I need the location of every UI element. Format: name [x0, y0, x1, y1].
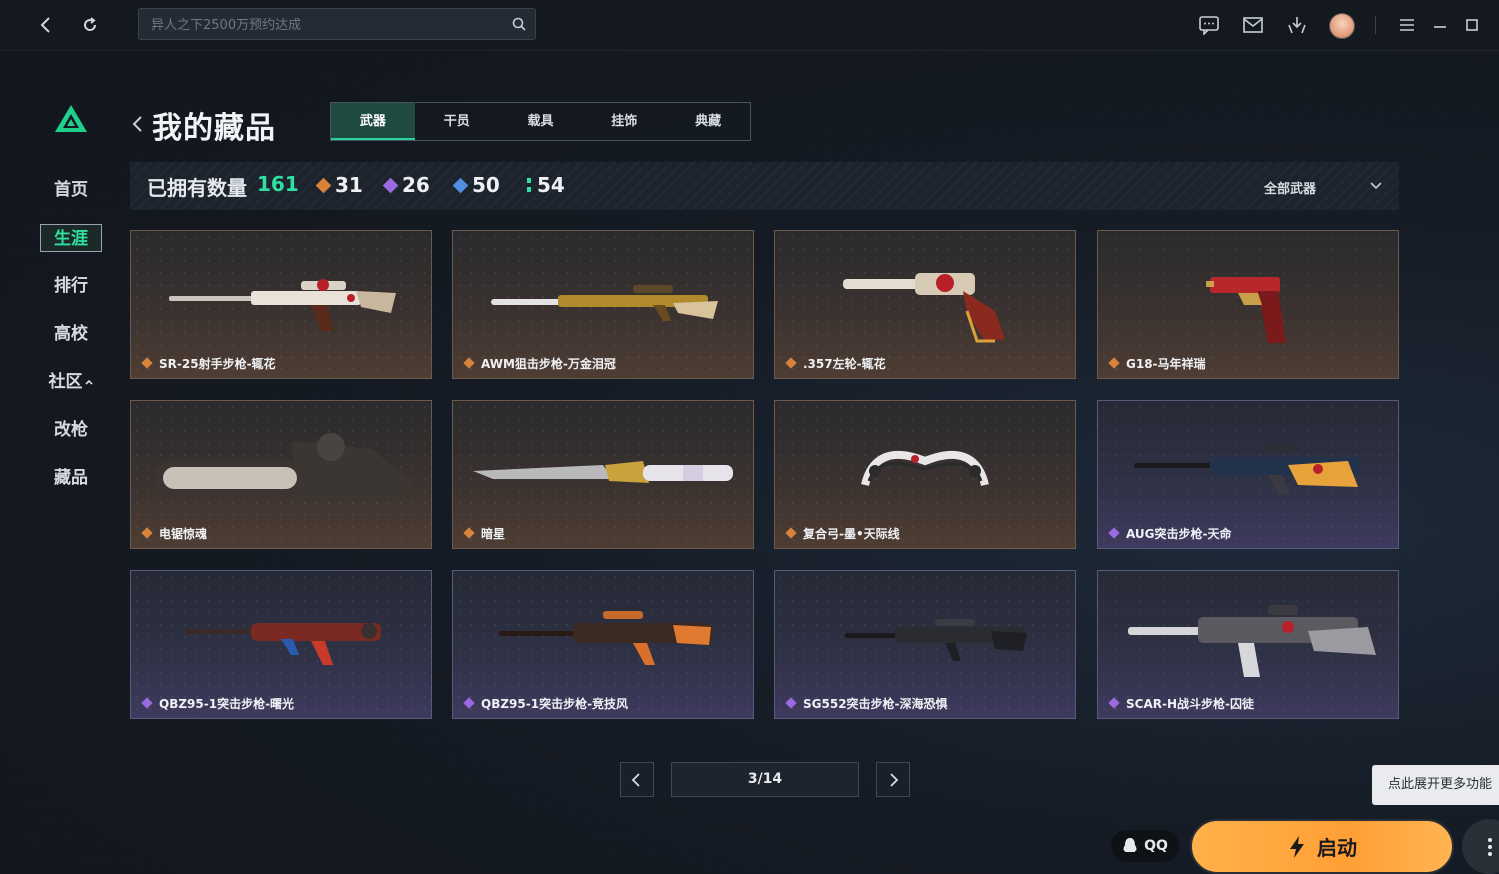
collection-card[interactable]: G18-马年祥瑞: [1097, 230, 1399, 379]
collection-card[interactable]: SCAR-H战斗步枪-囚徒: [1097, 570, 1399, 719]
qq-button[interactable]: QQ: [1111, 830, 1179, 862]
next-page-button[interactable]: [876, 762, 910, 797]
sidebar-item-gunsmith[interactable]: 改枪: [40, 416, 102, 444]
item-name: 暗星: [481, 527, 506, 541]
prev-page-button[interactable]: [620, 762, 654, 797]
sidebar-item-community-label: 社区: [48, 372, 83, 392]
item-name: 电锯惊魂: [159, 527, 208, 541]
more-options-button[interactable]: [1462, 819, 1499, 874]
sidebar-item-campus[interactable]: 高校: [40, 320, 102, 348]
chevron-left-icon: [631, 772, 640, 787]
purple-rarity-icon: [382, 177, 399, 193]
item-name: SCAR-H战斗步枪-囚徒: [1126, 697, 1254, 711]
tab-charms[interactable]: 挂饰: [582, 103, 666, 140]
assault-rifle-image: [185, 623, 381, 665]
collection-card[interactable]: SR-25射手步枪-辄花: [130, 230, 432, 379]
item-name: 复合弓-墨•天际线: [803, 527, 900, 541]
assault-rifle-image: [499, 611, 713, 665]
avatar[interactable]: [1329, 13, 1355, 39]
download-icon[interactable]: [1285, 13, 1309, 37]
battle-rifle-image: [1128, 605, 1376, 677]
maximize-icon[interactable]: [1460, 13, 1484, 37]
chevron-down-icon[interactable]: [1368, 178, 1384, 194]
launch-label: 启动: [1317, 836, 1357, 860]
sniper-rifle-image: [491, 285, 718, 321]
page-indicator: 3/14: [671, 762, 859, 797]
tab-operators[interactable]: 干员: [415, 103, 499, 140]
stat-blue: 50: [452, 173, 500, 197]
stat-orange-value: 31: [335, 173, 363, 197]
collection-card[interactable]: QBZ95-1突击步枪-竞技风: [452, 570, 754, 719]
chat-icon[interactable]: [1197, 13, 1221, 37]
more-functions-tooltip: 点此展开更多功能: [1372, 765, 1499, 805]
item-name: QBZ95-1突击步枪-曙光: [159, 697, 295, 711]
search-icon[interactable]: [511, 16, 527, 32]
mail-icon[interactable]: [1241, 13, 1265, 37]
tab-collector[interactable]: 典藏: [666, 103, 750, 140]
collection-card[interactable]: SG552突击步枪-深海恐惧: [774, 570, 1076, 719]
stat-green-value: 54: [537, 173, 565, 197]
orange-rarity-icon: [315, 177, 332, 193]
blue-rarity-icon: [452, 177, 469, 193]
title-back-icon[interactable]: [128, 112, 146, 136]
search-input[interactable]: [149, 9, 503, 41]
assault-rifle-image: [845, 619, 1027, 661]
revolver-image: [843, 273, 1005, 343]
item-name: SG552突击步枪-深海恐惧: [803, 697, 948, 711]
page-title: 我的藏品: [152, 111, 276, 146]
chevron-right-icon: [890, 772, 899, 787]
stat-blue-value: 50: [472, 173, 500, 197]
owned-label: 已拥有数量: [147, 176, 247, 200]
sniper-rifle-image: [169, 279, 396, 331]
chainsaw-image: [155, 433, 413, 501]
category-tabs: 武器 干员 载具 挂饰 典藏: [330, 102, 751, 141]
back-icon[interactable]: [34, 13, 58, 37]
collection-card[interactable]: 复合弓-墨•天际线: [774, 400, 1076, 549]
stats-bar: 已拥有数量 161 31 26 50 54 全部武器: [130, 162, 1399, 210]
sidebar-item-home[interactable]: 首页: [40, 176, 102, 204]
knife-image: [473, 461, 733, 483]
collection-card[interactable]: 电锯惊魂: [130, 400, 432, 549]
stat-purple: 26: [382, 173, 430, 197]
chevron-up-icon: [84, 379, 93, 385]
compound-bow-image: [861, 451, 989, 487]
item-name: SR-25射手步枪-辄花: [159, 357, 276, 371]
qq-label: QQ: [1144, 838, 1168, 854]
stat-orange: 31: [315, 173, 363, 197]
search-box[interactable]: [138, 8, 536, 41]
more-vertical-icon: [1487, 837, 1492, 856]
sidebar-item-career[interactable]: 生涯: [40, 224, 102, 252]
launch-button[interactable]: 启动: [1190, 819, 1454, 874]
assault-rifle-image: [1134, 443, 1360, 495]
sidebar-item-community[interactable]: 社区: [40, 368, 102, 396]
item-name: .357左轮-辄花: [803, 357, 886, 371]
divider: [1375, 16, 1376, 34]
owned-count: 161: [257, 172, 299, 196]
item-name: QBZ95-1突击步枪-竞技风: [481, 697, 629, 711]
collection-card[interactable]: AWM狙击步枪-万金泪冠: [452, 230, 754, 379]
collection-card[interactable]: QBZ95-1突击步枪-曙光: [130, 570, 432, 719]
refresh-icon[interactable]: [78, 13, 102, 37]
menu-icon[interactable]: [1395, 13, 1419, 37]
top-bar: [0, 0, 1499, 51]
collection-card[interactable]: .357左轮-辄花: [774, 230, 1076, 379]
stat-purple-value: 26: [402, 173, 430, 197]
item-name: G18-马年祥瑞: [1126, 357, 1206, 371]
sidebar-item-collection[interactable]: 藏品: [40, 464, 102, 492]
collection-card[interactable]: 暗星: [452, 400, 754, 549]
stat-green: 54: [527, 173, 565, 197]
tab-weapons[interactable]: 武器: [331, 103, 415, 140]
minimize-icon[interactable]: [1428, 13, 1452, 37]
item-name: AWM狙击步枪-万金泪冠: [481, 357, 616, 371]
item-name: AUG突击步枪-天命: [1126, 527, 1232, 541]
qq-penguin-icon: [1123, 838, 1137, 852]
collection-card[interactable]: AUG突击步枪-天命: [1097, 400, 1399, 549]
lightning-icon: [1290, 835, 1304, 858]
tab-vehicles[interactable]: 载具: [499, 103, 583, 140]
weapon-filter-select[interactable]: 全部武器: [1264, 178, 1316, 197]
sidebar-item-ranking[interactable]: 排行: [40, 272, 102, 300]
green-rarity-icon: [527, 178, 531, 192]
app-logo-icon[interactable]: [54, 104, 88, 134]
pistol-image: [1206, 277, 1286, 343]
